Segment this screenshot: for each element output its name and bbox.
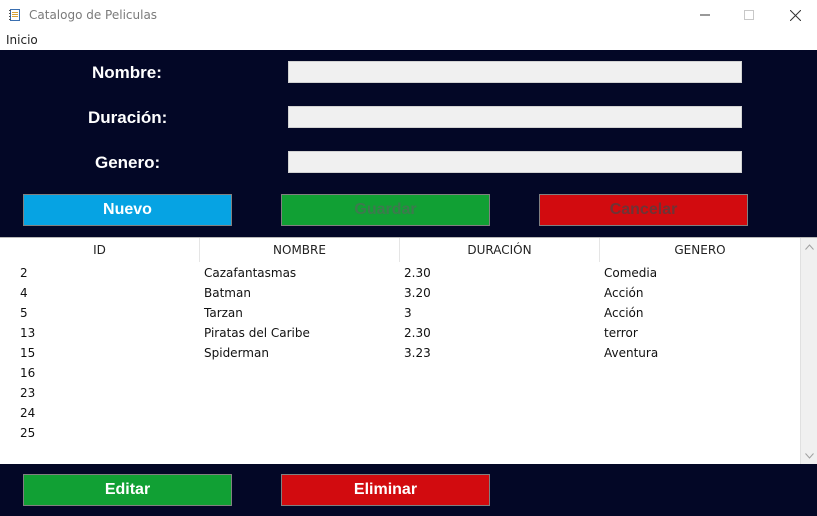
- cell-duracion: 3.23: [404, 346, 431, 360]
- nombre-label: Nombre:: [92, 63, 162, 82]
- vertical-scrollbar[interactable]: [800, 238, 817, 465]
- cell-id: 15: [20, 346, 36, 360]
- cell-nombre: Cazafantasmas: [204, 266, 297, 280]
- duracion-label: Duración:: [88, 108, 168, 127]
- cell-duracion: 2.30: [404, 266, 431, 280]
- eliminar-button[interactable]: Eliminar: [281, 474, 490, 506]
- maximize-button[interactable]: [726, 0, 772, 30]
- cell-id: 13: [20, 326, 36, 340]
- title-bar: Catalogo de Peliculas: [0, 0, 817, 30]
- cell-id: 4: [20, 286, 28, 300]
- close-icon: [789, 9, 801, 21]
- cancelar-button[interactable]: Cancelar: [539, 194, 748, 226]
- peliculas-list[interactable]: ID NOMBRE DURACIÓN GENERO 2 Cazafantasma…: [0, 237, 817, 465]
- menu-bar: Inicio: [0, 30, 817, 50]
- table-row[interactable]: 23: [0, 383, 800, 403]
- column-header-nombre[interactable]: NOMBRE: [200, 238, 400, 262]
- table-row[interactable]: 16: [0, 363, 800, 383]
- cell-duracion: 3.20: [404, 286, 431, 300]
- table-row[interactable]: 24: [0, 403, 800, 423]
- scroll-up-button[interactable]: [801, 240, 817, 254]
- column-header-id[interactable]: ID: [0, 238, 200, 262]
- close-button[interactable]: [772, 0, 817, 30]
- table-row[interactable]: 25: [0, 423, 800, 443]
- list-header: ID NOMBRE DURACIÓN GENERO: [0, 238, 800, 262]
- cell-id: 16: [20, 366, 36, 380]
- cell-id: 5: [20, 306, 28, 320]
- table-row[interactable]: 13 Piratas del Caribe 2.30 terror: [0, 323, 800, 343]
- cell-nombre: Tarzan: [204, 306, 243, 320]
- cell-nombre: Spiderman: [204, 346, 269, 360]
- cell-nombre: Batman: [204, 286, 251, 300]
- cell-genero: Aventura: [604, 346, 659, 360]
- cell-genero: terror: [604, 326, 638, 340]
- guardar-button[interactable]: Guardar: [281, 194, 490, 226]
- chevron-up-icon: [805, 244, 814, 250]
- form-panel: Nombre: Duración: Genero: Nuevo Guardar …: [0, 50, 817, 237]
- table-row[interactable]: 4 Batman 3.20 Acción: [0, 283, 800, 303]
- scroll-down-button[interactable]: [801, 449, 817, 463]
- cell-id: 25: [20, 426, 36, 440]
- notebook-icon: [8, 8, 22, 22]
- window-title: Catalogo de Peliculas: [29, 8, 158, 22]
- maximize-icon: [744, 10, 754, 20]
- table-row[interactable]: 15 Spiderman 3.23 Aventura: [0, 343, 800, 363]
- table-row[interactable]: 2 Cazafantasmas 2.30 Comedia: [0, 263, 800, 283]
- editar-button[interactable]: Editar: [23, 474, 232, 506]
- column-header-duracion[interactable]: DURACIÓN: [400, 238, 600, 262]
- genero-input[interactable]: [288, 151, 742, 173]
- minimize-button[interactable]: [682, 0, 728, 30]
- nuevo-button[interactable]: Nuevo: [23, 194, 232, 226]
- cell-genero: Comedia: [604, 266, 658, 280]
- chevron-down-icon: [805, 453, 814, 459]
- table-row[interactable]: 5 Tarzan 3 Acción: [0, 303, 800, 323]
- cell-duracion: 2.30: [404, 326, 431, 340]
- genero-label: Genero:: [95, 153, 161, 172]
- app-window: Catalogo de Peliculas Inicio Nombre: Dur…: [0, 0, 817, 516]
- cell-id: 2: [20, 266, 28, 280]
- menu-item-inicio[interactable]: Inicio: [6, 33, 38, 47]
- cell-genero: Acción: [604, 306, 644, 320]
- cell-nombre: Piratas del Caribe: [204, 326, 310, 340]
- minimize-icon: [700, 14, 710, 16]
- cell-duracion: 3: [404, 306, 412, 320]
- cell-genero: Acción: [604, 286, 644, 300]
- nombre-input[interactable]: [288, 61, 742, 83]
- cell-id: 24: [20, 406, 36, 420]
- actions-panel: Editar Eliminar: [0, 464, 817, 516]
- cell-id: 23: [20, 386, 36, 400]
- column-header-genero[interactable]: GENERO: [600, 238, 800, 262]
- duracion-input[interactable]: [288, 106, 742, 128]
